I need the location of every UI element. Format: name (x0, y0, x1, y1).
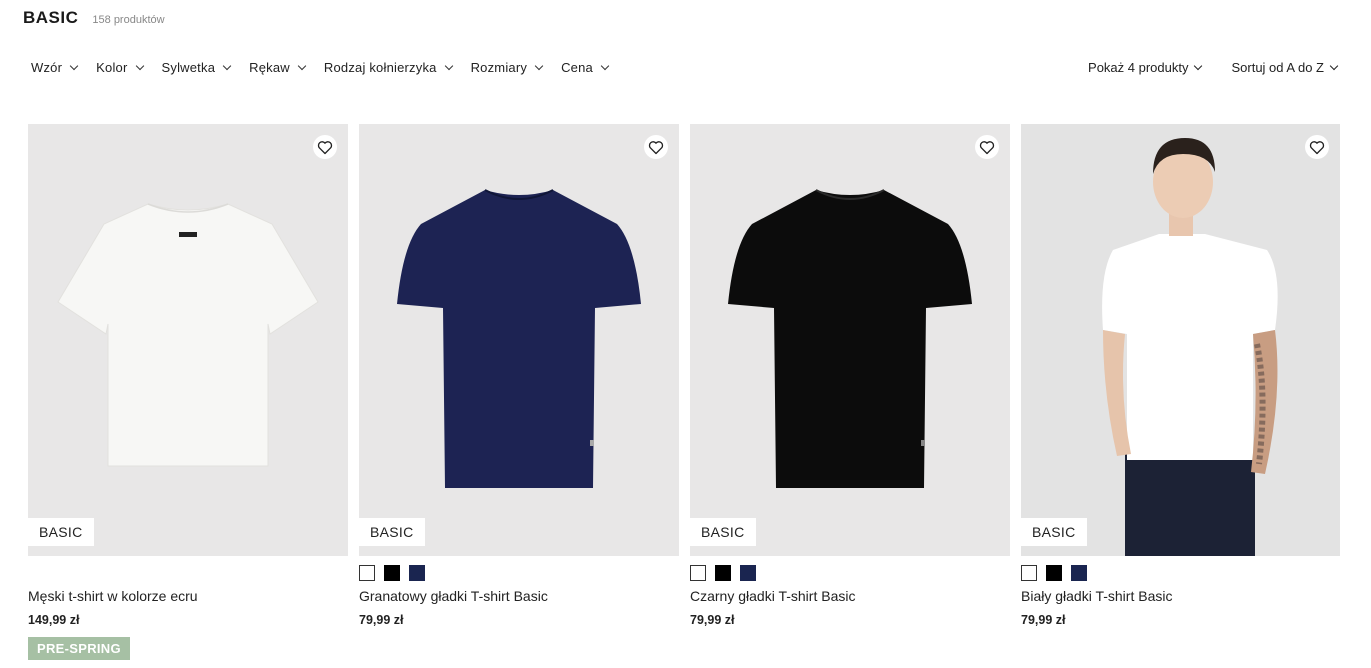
product-image[interactable]: BASIC (359, 124, 679, 556)
chevron-down-icon (222, 61, 232, 70)
filter-label: Kolor (96, 60, 128, 75)
product-image[interactable]: BASIC (690, 124, 1010, 556)
swatch-navy[interactable] (1071, 565, 1087, 581)
filter-color[interactable]: Kolor (96, 60, 144, 75)
product-image[interactable]: BASIC (1021, 124, 1340, 556)
show-count-dropdown[interactable]: Pokaż 4 produkty (1088, 60, 1203, 75)
page-header: BASIC 158 produktów (23, 8, 165, 28)
product-name[interactable]: Męski t-shirt w kolorze ecru (28, 588, 198, 604)
product-price: 79,99 zł (690, 613, 735, 627)
product-count: 158 produktów (92, 14, 165, 26)
product-card[interactable]: BASIC Męski t-shirt w kolorze ecru 149,9… (28, 124, 348, 660)
product-name[interactable]: Czarny gładki T-shirt Basic (690, 588, 855, 604)
filter-collar[interactable]: Rodzaj kołnierzyka (323, 60, 453, 75)
filter-pattern[interactable]: Wzór (31, 60, 79, 75)
swatch-black[interactable] (1046, 565, 1062, 581)
product-card[interactable]: BASIC Granatowy gładki T-shirt Basic 79,… (359, 124, 679, 627)
collection-badge: BASIC (690, 518, 756, 546)
swatch-white[interactable] (359, 565, 375, 581)
filter-label: Rozmiary (470, 60, 528, 75)
swatch-black[interactable] (715, 565, 731, 581)
swatch-white[interactable] (690, 565, 706, 581)
chevron-down-icon (297, 61, 307, 70)
chevron-down-icon (69, 61, 79, 70)
show-count-label: Pokaż 4 produkty (1088, 60, 1189, 75)
chevron-down-icon (600, 61, 610, 70)
filter-bar: Wzór Kolor Sylwetka Rękaw Rodzaj kołnier… (31, 60, 627, 75)
model-white-tshirt-image (1102, 138, 1278, 556)
swatch-black[interactable] (384, 565, 400, 581)
color-swatches (690, 565, 756, 581)
chevron-down-icon (1329, 61, 1339, 70)
collection-badge: BASIC (28, 518, 94, 546)
filter-label: Rękaw (249, 60, 290, 75)
wishlist-heart-icon[interactable] (313, 135, 337, 159)
collection-badge: BASIC (359, 518, 425, 546)
product-name[interactable]: Granatowy gładki T-shirt Basic (359, 588, 548, 604)
chevron-down-icon (444, 61, 453, 70)
tshirt-ecru-image (57, 203, 319, 467)
wishlist-heart-icon[interactable] (975, 135, 999, 159)
promo-tag: PRE-SPRING (28, 637, 130, 660)
listing-controls: Pokaż 4 produkty Sortuj od A do Z (1088, 60, 1339, 75)
collection-badge: BASIC (1021, 518, 1087, 546)
product-card[interactable]: BASIC Czarny gładki T-shirt Basic 79,99 … (690, 124, 1010, 627)
filter-label: Sylwetka (161, 60, 216, 75)
chevron-down-icon (1194, 61, 1203, 70)
color-swatches (1021, 565, 1087, 581)
wishlist-heart-icon[interactable] (1305, 135, 1329, 159)
product-image[interactable]: BASIC (28, 124, 348, 556)
chevron-down-icon (135, 61, 144, 70)
swatch-white[interactable] (1021, 565, 1037, 581)
product-price: 79,99 zł (1021, 613, 1066, 627)
sort-label: Sortuj od A do Z (1231, 60, 1324, 75)
page-title: BASIC (23, 8, 79, 27)
filter-label: Cena (561, 60, 593, 75)
sort-dropdown[interactable]: Sortuj od A do Z (1231, 60, 1339, 75)
chevron-down-icon (534, 61, 544, 70)
filter-sleeve[interactable]: Rękaw (249, 60, 307, 75)
product-price: 79,99 zł (359, 613, 404, 627)
product-card[interactable]: BASIC Biały gładki T-shirt Basic 79,99 z… (1021, 124, 1340, 627)
filter-label: Wzór (31, 60, 63, 75)
filter-label: Rodzaj kołnierzyka (323, 60, 437, 75)
swatch-navy[interactable] (740, 565, 756, 581)
product-name[interactable]: Biały gładki T-shirt Basic (1021, 588, 1172, 604)
product-price: 149,99 zł (28, 613, 80, 627)
swatch-navy[interactable] (409, 565, 425, 581)
wishlist-heart-icon[interactable] (644, 135, 668, 159)
filter-sizes[interactable]: Rozmiary (470, 60, 544, 75)
tshirt-black-image (728, 189, 972, 488)
color-swatches (359, 565, 425, 581)
filter-fit[interactable]: Sylwetka (161, 60, 232, 75)
tshirt-navy-image (397, 189, 641, 488)
filter-price[interactable]: Cena (561, 60, 610, 75)
